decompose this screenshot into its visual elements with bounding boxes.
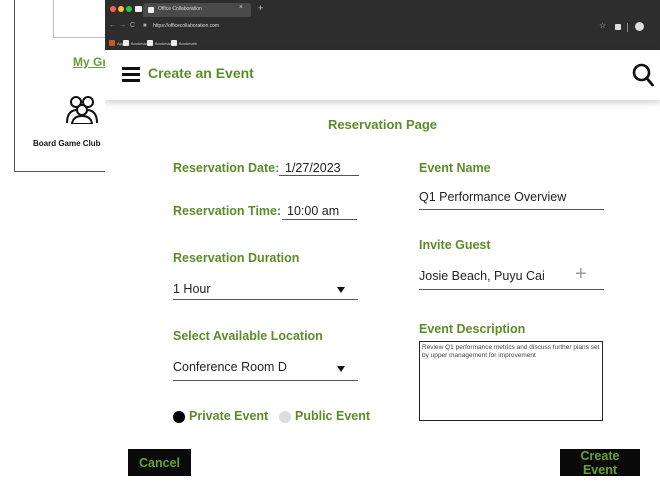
location-dropdown-icon[interactable]	[337, 366, 345, 372]
event-description-field[interactable]: Review Q1 performance metrics and discus…	[419, 341, 603, 421]
bookmark-item[interactable]: Bookmark	[147, 39, 173, 47]
bookmark-icon	[171, 40, 177, 46]
tab-favicon-icon	[148, 7, 154, 13]
invite-guest-underline	[419, 289, 604, 290]
bookmark-item[interactable]: Bookmark	[171, 39, 197, 47]
tab-title: Office Collaboration	[158, 6, 202, 12]
hamburger-menu-icon[interactable]	[122, 67, 140, 82]
page-title: Create an Event	[148, 65, 254, 81]
duration-underline	[173, 299, 358, 300]
cancel-button[interactable]: Cancel	[128, 449, 191, 476]
event-name-underline	[419, 209, 604, 210]
public-event-label: Public Event	[295, 409, 371, 423]
group-icon[interactable]	[65, 94, 99, 124]
forward-icon[interactable]: →	[119, 22, 126, 29]
event-description-label: Event Description	[419, 322, 526, 336]
my-groups-link[interactable]: My Gr	[73, 55, 107, 69]
reservation-duration-label: Reservation Duration	[173, 251, 300, 265]
location-label: Select Available Location	[173, 329, 323, 343]
public-event-radio[interactable]	[279, 411, 291, 423]
extension-icon[interactable]	[615, 24, 621, 30]
pinned-tab-icon[interactable]	[135, 6, 142, 12]
reload-icon[interactable]: C	[130, 22, 135, 29]
location-underline	[173, 380, 358, 381]
bookmark-item[interactable]: Bookmark	[123, 39, 149, 47]
create-event-button[interactable]: Create Event	[560, 449, 640, 477]
section-title: Reservation Page	[327, 117, 438, 132]
private-event-label: Private Event	[189, 409, 269, 423]
profile-avatar[interactable]	[635, 22, 644, 31]
maximize-window-dot[interactable]	[126, 6, 132, 12]
bookmark-icon	[147, 40, 153, 46]
invite-guest-label: Invite Guest	[419, 238, 491, 252]
browser-chrome: Office Collaboration × + ← → C ■ https:/…	[105, 0, 660, 50]
minimize-window-dot[interactable]	[118, 6, 124, 12]
reservation-time-field[interactable]: 10:00 am	[287, 204, 339, 218]
event-name-label: Event Name	[419, 161, 491, 175]
bookmark-star-icon[interactable]: ☆	[599, 21, 606, 30]
apps-icon	[109, 40, 115, 46]
browser-window: Office Collaboration × + ← → C ■ https:/…	[105, 0, 660, 487]
bookmarks-bar: Apps Bookmark Bookmark Bookmark	[105, 37, 660, 49]
app-header: Create an Event	[105, 50, 660, 100]
address-row: ← → C ■ https://officecollaboration.com …	[105, 20, 660, 34]
reservation-date-underline	[279, 175, 359, 176]
bookmark-label: Bookmark	[179, 40, 198, 46]
reservation-date-label: Reservation Date:	[173, 161, 280, 175]
toolbar-divider	[627, 23, 628, 32]
reservation-time-underline	[282, 219, 357, 220]
tab-bar: Office Collaboration × +	[105, 0, 660, 17]
active-tab[interactable]: Office Collaboration ×	[143, 3, 251, 17]
duration-dropdown-icon[interactable]	[337, 287, 345, 293]
reservation-time-label: Reservation Time:	[173, 204, 282, 218]
close-window-dot[interactable]	[110, 6, 116, 12]
reservation-duration-select[interactable]: 1 Hour	[173, 282, 211, 296]
location-select[interactable]: Conference Room D	[173, 360, 287, 374]
reservation-date-field[interactable]: 1/27/2023	[285, 161, 341, 175]
group-label: Board Game Club	[33, 139, 101, 148]
new-tab-button[interactable]: +	[258, 3, 263, 13]
back-icon[interactable]: ←	[109, 22, 116, 29]
url-field[interactable]: https://officecollaboration.com	[153, 23, 219, 29]
add-guest-icon[interactable]: +	[575, 264, 587, 284]
search-icon[interactable]	[632, 63, 654, 87]
invite-guest-field[interactable]: Josie Beach, Puyu Cai	[419, 269, 545, 283]
event-name-field[interactable]: Q1 Performance Overview	[419, 190, 566, 204]
private-event-radio[interactable]	[173, 411, 185, 423]
bookmark-icon	[123, 40, 129, 46]
tab-close-icon[interactable]: ×	[239, 4, 243, 11]
lock-icon: ■	[143, 23, 147, 29]
